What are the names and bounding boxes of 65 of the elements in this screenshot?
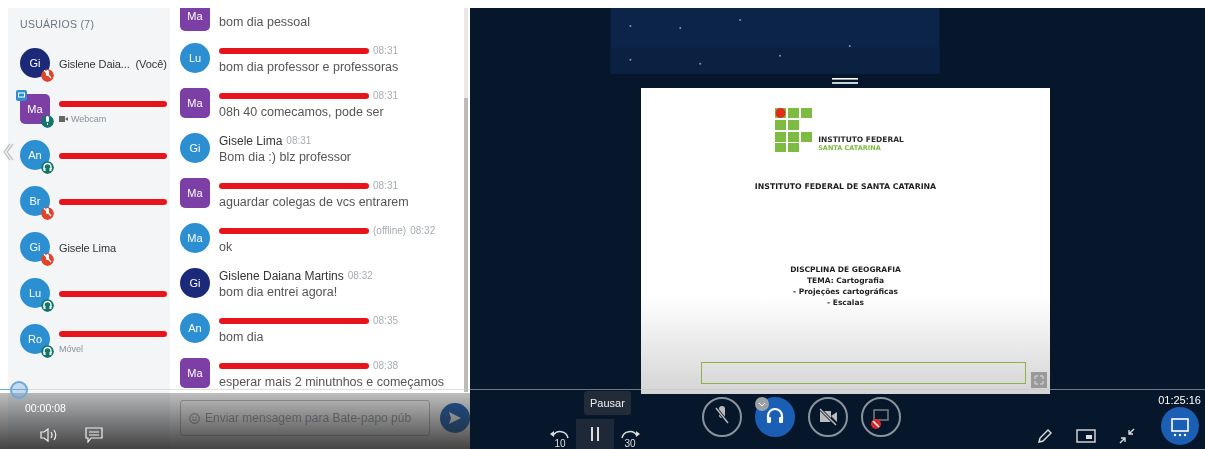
pause-button[interactable] <box>576 419 614 449</box>
avatar: Ma <box>180 8 210 31</box>
message-text: bom dia professor e professoras <box>219 59 399 76</box>
message-time: 08:38 <box>373 360 399 371</box>
elapsed-time: 00:00:08 <box>25 402 66 414</box>
send-button[interactable] <box>440 403 470 433</box>
rewind-button[interactable]: 10 <box>550 429 570 449</box>
avatar: Br <box>20 186 50 216</box>
pause-icon <box>590 427 600 441</box>
headphones-button[interactable] <box>755 397 795 437</box>
user-name: Gislene Daia... (Você) <box>59 58 167 70</box>
user-name: Gisele Lima <box>59 242 116 254</box>
minimize-icon[interactable] <box>1118 427 1137 445</box>
user-device: Webcam <box>71 114 107 124</box>
tooltip: Pausar <box>584 391 631 415</box>
message-time: 08:31 <box>373 180 399 191</box>
avatar: Ma <box>180 178 210 208</box>
message-time: 08:31 <box>373 45 399 56</box>
avatar: Ro <box>20 324 50 354</box>
message-time: 08:31 <box>286 135 312 146</box>
screen-share-button[interactable] <box>861 397 901 437</box>
sender-name: Gisele Lima <box>219 133 283 148</box>
forward-button[interactable]: 30 <box>620 429 640 449</box>
message-text: 08h 40 comecamos, pode ser <box>219 104 385 121</box>
window-icon <box>1168 415 1191 437</box>
message-text: aguardar colegas de vcs entrarem <box>219 194 409 211</box>
avatar: Ma <box>180 223 210 253</box>
caret-icon <box>755 397 769 411</box>
avatar: An <box>20 140 50 170</box>
panel-title: USUÁRIOS (7) <box>20 18 96 30</box>
avatar: Lu <box>180 43 210 73</box>
scrollbar[interactable] <box>464 8 468 392</box>
forward-arrow-icon <box>620 429 640 439</box>
session-time: 01:25:16 <box>1158 394 1201 406</box>
message-time: 08:32 <box>347 270 373 281</box>
user-device: Móvel <box>59 344 83 354</box>
camera-button[interactable] <box>808 397 848 437</box>
sender-name: Gislene Daiana Martins <box>219 268 344 283</box>
volume-icon[interactable] <box>40 427 58 443</box>
message-text: Bom dia :) blz professor <box>219 149 351 166</box>
message-time: 08:35 <box>373 315 399 326</box>
more-button[interactable] <box>1160 407 1199 445</box>
avatar: An <box>180 313 210 343</box>
send-icon <box>448 411 462 425</box>
message-text: esperar mais 2 minutnhos e começamos <box>219 374 445 391</box>
message-text: bom dia entrei agora! <box>219 284 339 301</box>
message-time: 08:32 <box>410 225 436 236</box>
message-text: ok <box>219 239 234 256</box>
offline-label: (offline) <box>373 225 407 236</box>
avatar: Gi <box>20 232 50 262</box>
screen-icon[interactable] <box>1076 429 1097 443</box>
avatar: Ma <box>180 88 210 118</box>
avatar: Ma <box>180 358 210 388</box>
avatar: Gi <box>180 133 210 163</box>
message-time: 08:31 <box>373 90 399 101</box>
avatar: Gi <box>180 268 210 298</box>
rewind-arrow-icon <box>550 429 570 439</box>
microphone-button[interactable] <box>702 397 742 437</box>
message-text: bom dia <box>219 329 265 346</box>
avatar: Lu <box>20 278 50 308</box>
message-text: bom dia pessoal <box>219 14 311 31</box>
avatar: Gi <box>20 48 50 78</box>
chat-icon[interactable] <box>85 427 103 443</box>
drag-handle-icon[interactable] <box>832 77 858 84</box>
logo-icon <box>775 107 814 152</box>
